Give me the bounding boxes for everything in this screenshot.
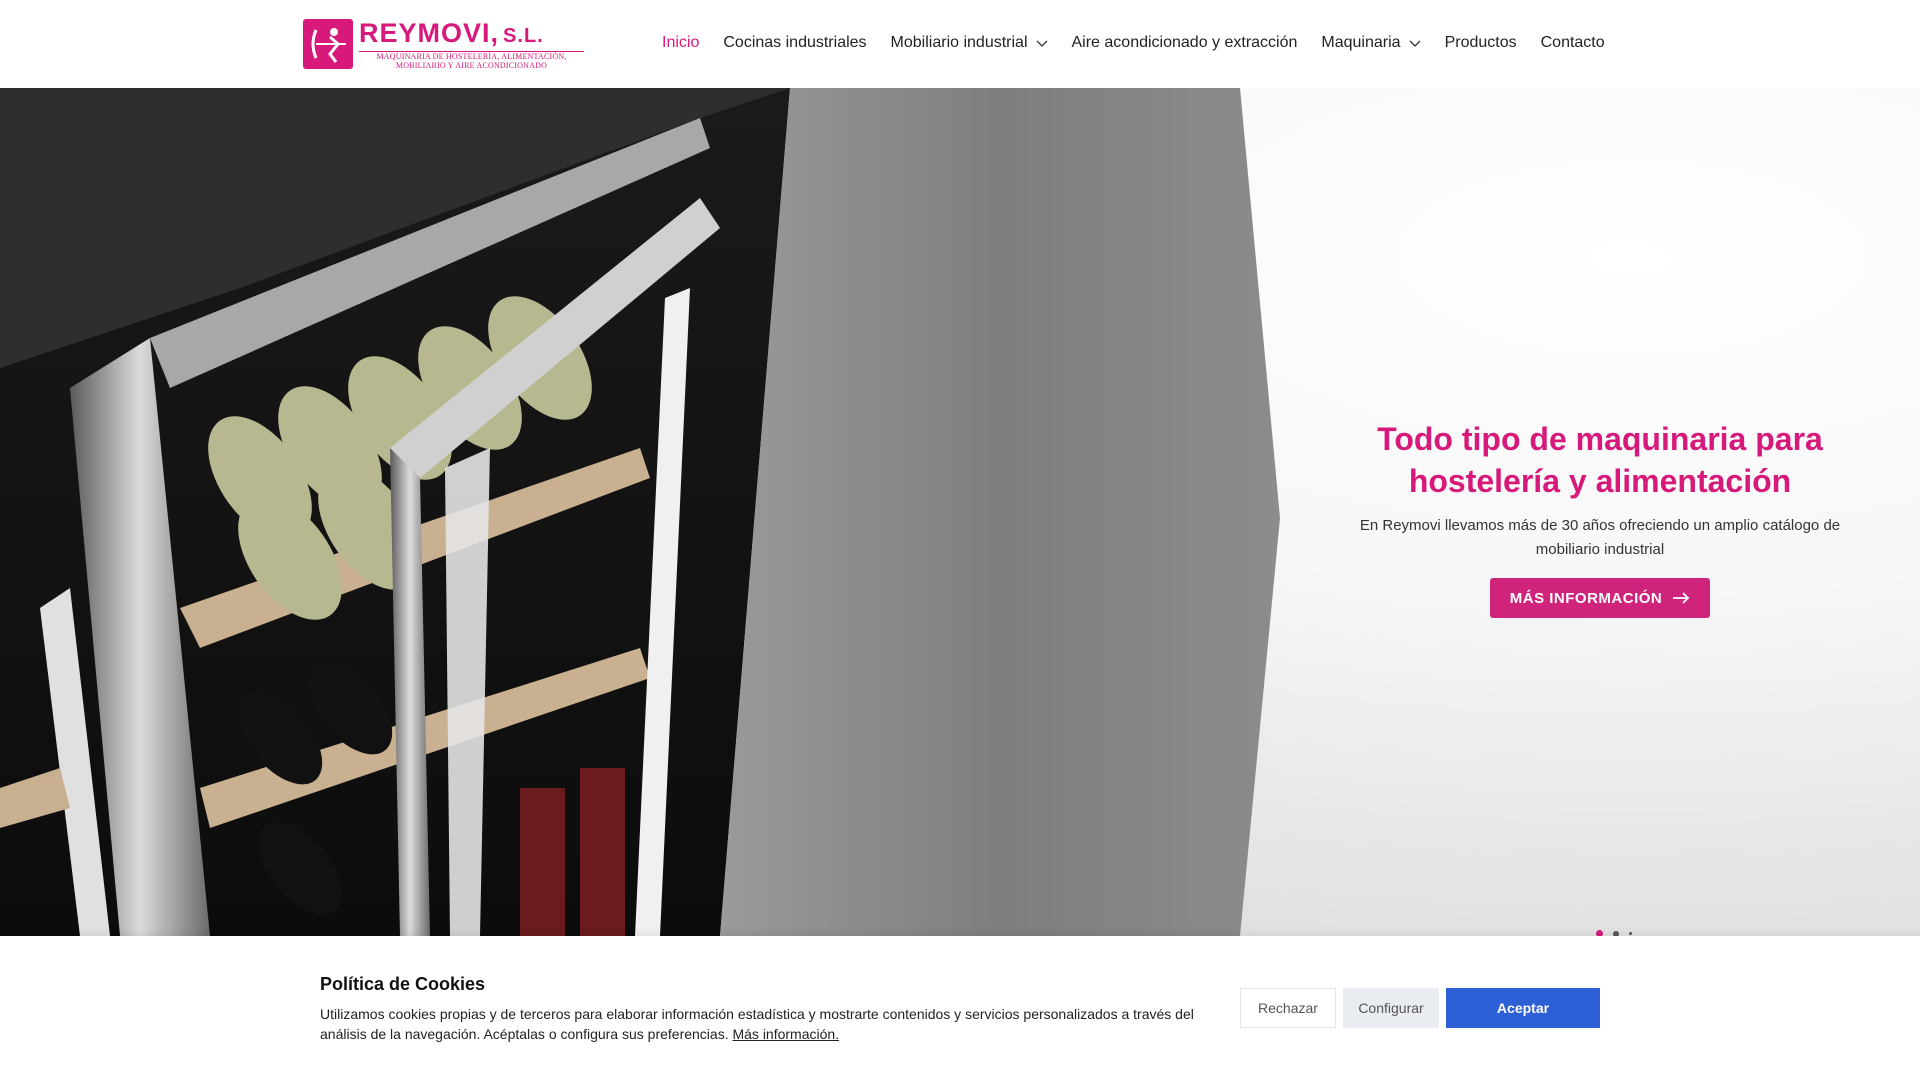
nav-item-mobiliario-industrial[interactable]: Mobiliario industrial [891,34,1048,52]
main-nav: Inicio Cocinas industriales Mobiliario i… [662,30,1629,56]
logo[interactable]: REYMOVI, S.L. MAQUINARIA DE HOSTELERÍA, A… [303,18,588,70]
hero-content: Todo tipo de maquinaria para hostelería y… [1335,418,1865,618]
accept-button[interactable]: Aceptar [1446,988,1600,1028]
nav-item-inicio[interactable]: Inicio [662,34,699,52]
cookie-text: Utilizamos cookies propias y de terceros… [320,1006,1194,1042]
hero-description: En Reymovi llevamos más de 30 años ofrec… [1359,517,1841,558]
hero-slider: Todo tipo de maquinaria para hostelería y… [0,88,1920,936]
nav-item-productos[interactable]: Productos [1445,34,1517,52]
logo-name: REYMOVI [359,17,491,48]
chevron-down-icon [1036,40,1047,47]
configure-button[interactable]: Configurar [1343,988,1439,1028]
nav-item-contacto[interactable]: Contacto [1541,34,1605,52]
logo-subtitle-1: MAQUINARIA DE HOSTELERÍA, ALIMENTACIÓN, [376,51,567,61]
hero-title: Todo tipo de maquinaria para hostelería y… [1377,421,1823,499]
nav-item-maquinaria[interactable]: Maquinaria [1321,34,1421,52]
nav-item-aire-acondicionado[interactable]: Aire acondicionado y extracción [1072,34,1298,52]
logo-suffix: S.L. [503,24,544,47]
logo-subtitle-2: MOBILIARIO Y AIRE ACONDICIONADO [395,60,548,70]
more-info-button[interactable]: MÁS INFORMACIÓN [1489,578,1711,618]
logo-archer-icon [303,19,353,69]
arrow-right-icon [1673,592,1690,604]
cookie-title: Política de Cookies [320,974,486,994]
wine-cooler-image [0,88,1280,936]
chevron-down-icon [1409,40,1421,47]
reject-button[interactable]: Rechazar [1240,988,1336,1028]
cookie-banner: Política de Cookies Utilizamos cookies p… [0,936,1920,1080]
nav-item-cocinas-industriales[interactable]: Cocinas industriales [723,34,866,52]
more-info-link[interactable]: Más información. [732,1026,839,1042]
slider-dot-3[interactable] [1629,932,1632,935]
site-header: REYMOVI, S.L. MAQUINARIA DE HOSTELERÍA, A… [0,0,1920,88]
